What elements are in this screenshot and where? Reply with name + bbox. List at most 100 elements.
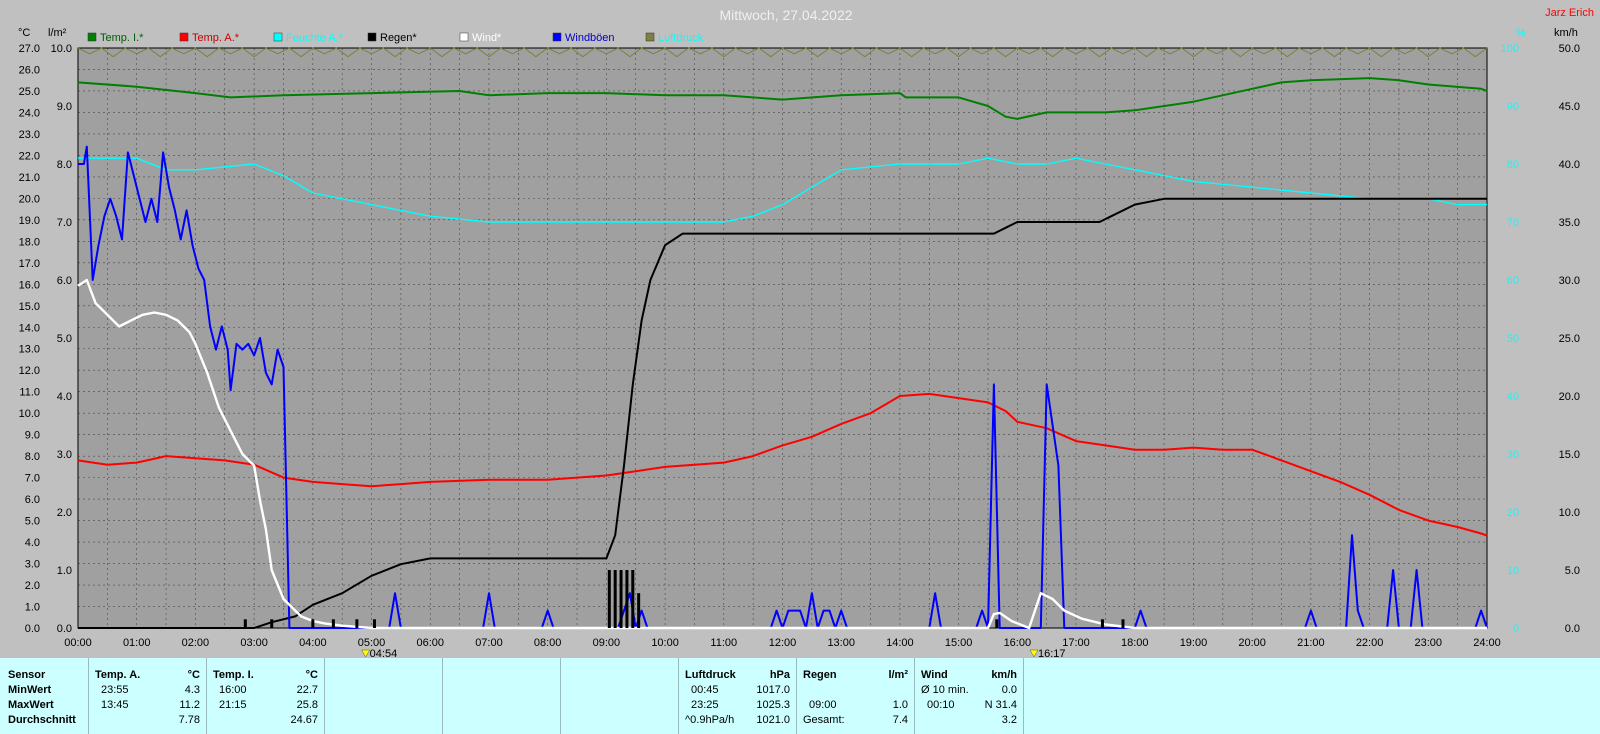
humidity-unit-label: %: [1516, 27, 1526, 39]
time-tick-label: 06:00: [416, 637, 444, 649]
pressure-min: 1017.0: [756, 684, 790, 696]
summary-temp-i: Temp. I. °C 16:00 22.7 21:15 25.8 24.67: [206, 658, 324, 734]
rain-max: 1.0: [892, 699, 908, 711]
rain-tick-label: 0.0: [57, 623, 72, 635]
legend-label: Windböen: [565, 32, 615, 44]
temp-a-unit: °C: [187, 669, 200, 681]
rain-total: 7.4: [892, 714, 908, 726]
temp-tick-label: 3.0: [25, 559, 40, 571]
rain-bar: [613, 570, 617, 628]
sunrise-label: 04:54: [370, 648, 398, 658]
pressure-max-time: 23:25: [691, 699, 719, 711]
rain-bar: [607, 570, 611, 628]
time-tick-label: 10:00: [651, 637, 679, 649]
wind-tick-label: 45.0: [1559, 101, 1580, 113]
wind-max-time: 00:10: [927, 699, 955, 711]
row-label-max: MaxWert: [8, 699, 54, 711]
wind-min-label: Ø 10 min.: [921, 684, 969, 696]
rain-tick-label: 2.0: [57, 507, 72, 519]
rain-tick-label: 1.0: [57, 565, 72, 577]
temp-tick-label: 6.0: [25, 494, 40, 506]
humidity-tick-label: 80: [1507, 159, 1519, 171]
time-tick-label: 21:00: [1297, 637, 1325, 649]
time-tick-label: 22:00: [1356, 637, 1384, 649]
row-label-sensor: Sensor: [8, 669, 46, 681]
summary-empty-1: [324, 658, 442, 734]
rain-tick-label: 8.0: [57, 159, 72, 171]
rain-total-label: Gesamt:: [803, 714, 845, 726]
row-label-avg: Durchschnitt: [8, 714, 76, 726]
legend-swatch: [645, 32, 655, 42]
temp-tick-label: 7.0: [25, 473, 40, 485]
rain-tick-label: 6.0: [57, 275, 72, 287]
time-tick-label: 09:00: [593, 637, 621, 649]
humidity-tick-label: 30: [1507, 449, 1519, 461]
temp-tick-label: 19.0: [19, 215, 40, 227]
rain-max-time: 09:00: [809, 699, 837, 711]
temp-i-max: 25.8: [296, 699, 318, 711]
time-tick-label: 17:00: [1062, 637, 1090, 649]
temp-tick-label: 10.0: [19, 408, 40, 420]
temp-tick-label: 9.0: [25, 430, 40, 442]
temp-tick-label: 23.0: [19, 129, 40, 141]
summary-rain: Regen l/m² 09:00 1.0 Gesamt: 7.4: [796, 658, 914, 734]
legend-swatch: [273, 32, 283, 42]
humidity-tick-label: 0: [1513, 623, 1519, 635]
pressure-title: Luftdruck: [685, 669, 736, 681]
time-tick-label: 02:00: [182, 637, 210, 649]
wind-avg: 3.2: [1001, 714, 1017, 726]
temp-i-min: 22.7: [296, 684, 318, 696]
rain-tick-label: 3.0: [57, 449, 72, 461]
humidity-tick-label: 70: [1507, 217, 1519, 229]
time-tick-label: 24:00: [1473, 637, 1501, 649]
temp-a-max: 11.2: [179, 699, 200, 711]
temp-tick-label: 17.0: [19, 258, 40, 270]
wind-tick-label: 35.0: [1559, 217, 1580, 229]
time-tick-label: 00:00: [64, 637, 92, 649]
rain-bar: [331, 619, 335, 628]
chart-title: Mittwoch, 27.04.2022: [719, 7, 852, 23]
rain-bar: [625, 570, 629, 628]
pressure-max: 1025.3: [756, 699, 790, 711]
legend-swatch: [367, 32, 377, 42]
wind-tick-label: 50.0: [1559, 43, 1580, 55]
wind-title: Wind: [921, 669, 948, 681]
temp-tick-label: 24.0: [19, 107, 40, 119]
time-tick-label: 13:00: [827, 637, 855, 649]
time-tick-label: 11:00: [710, 637, 737, 649]
rain-tick-label: 9.0: [57, 101, 72, 113]
rain-bar: [355, 619, 359, 628]
temp-tick-label: 5.0: [25, 516, 40, 528]
rain-bar: [311, 619, 315, 628]
temp-i-avg: 24.67: [290, 714, 318, 726]
rain-tick-label: 4.0: [57, 391, 72, 403]
humidity-tick-label: 40: [1507, 391, 1519, 403]
legend-label: Regen*: [380, 32, 417, 44]
temp-i-max-time: 21:15: [219, 699, 247, 711]
temp-tick-label: 12.0: [19, 365, 40, 377]
author-label: Jarz Erich: [1545, 7, 1594, 19]
rain-bar: [995, 619, 999, 628]
summary-pressure: Luftdruck hPa 00:45 1017.0 23:25 1025.3 …: [678, 658, 796, 734]
wind-tick-label: 40.0: [1559, 159, 1580, 171]
rain-bar: [631, 570, 635, 628]
time-tick-label: 19:00: [1180, 637, 1208, 649]
temp-tick-label: 0.0: [25, 623, 40, 635]
wind-tick-label: 0.0: [1565, 623, 1580, 635]
humidity-tick-label: 100: [1501, 43, 1519, 55]
temp-a-min-time: 23:55: [101, 684, 129, 696]
summary-empty-3: [560, 658, 678, 734]
rain-unit-label: l/m²: [48, 27, 67, 39]
temp-i-title: Temp. I.: [213, 669, 254, 681]
time-tick-label: 07:00: [475, 637, 503, 649]
pressure-trend: ^0.9hPa/h: [685, 714, 735, 726]
temp-tick-label: 8.0: [25, 451, 40, 463]
legend-label: Temp. A.*: [192, 32, 240, 44]
time-tick-label: 20:00: [1238, 637, 1266, 649]
sunset-label: 16:17: [1038, 648, 1066, 658]
humidity-tick-label: 20: [1507, 507, 1519, 519]
temp-a-max-time: 13:45: [101, 699, 129, 711]
wind-tick-label: 10.0: [1559, 507, 1580, 519]
temp-tick-label: 2.0: [25, 580, 40, 592]
temp-tick-label: 18.0: [19, 236, 40, 248]
